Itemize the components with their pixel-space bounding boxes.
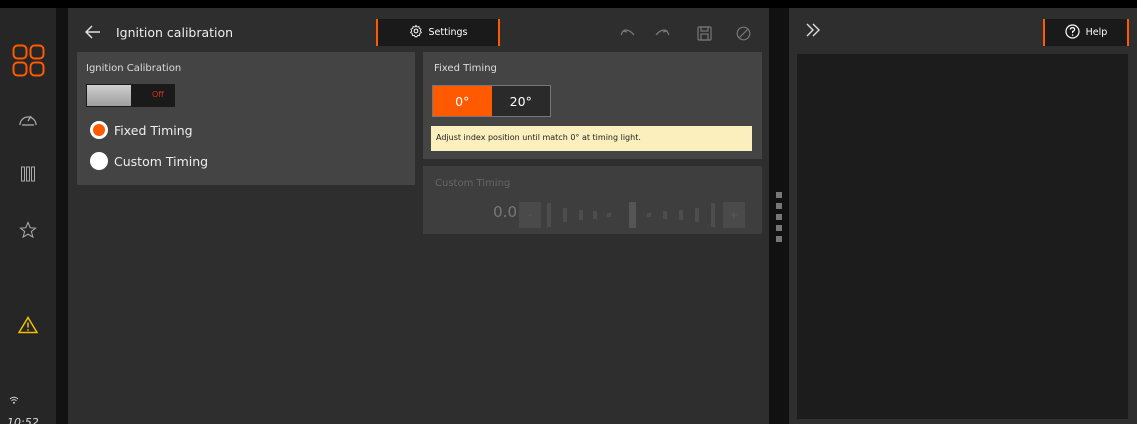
drag-handle-grip[interactable] <box>776 203 782 209</box>
custom-timing-slider[interactable]: - + <box>519 202 745 228</box>
wifi-icon <box>9 396 19 407</box>
fixed-timing-label: Fixed Timing <box>434 63 497 74</box>
slider-tick <box>547 203 551 227</box>
radio-custom-timing-label: Custom Timing <box>114 153 209 169</box>
radio-custom-timing[interactable]: Custom Timing <box>90 152 208 170</box>
drag-handle-grip[interactable] <box>776 214 782 220</box>
slider-tick <box>579 210 583 220</box>
dashboard-gauge-icon[interactable] <box>0 104 56 134</box>
toggle-knob <box>87 85 131 106</box>
radio-button-selected <box>90 121 108 139</box>
hint-message: Adjust index position until match 0° at … <box>431 126 752 151</box>
cancel-icon[interactable] <box>733 23 753 43</box>
save-icon[interactable] <box>694 23 714 43</box>
slider-tick <box>607 213 611 217</box>
help-content-area <box>797 54 1128 419</box>
slider-tick <box>647 213 651 217</box>
fixed-timing-card: Fixed Timing 0° 20° Adjust index positio… <box>423 52 762 159</box>
drag-handle-grip[interactable] <box>776 192 782 198</box>
toggle-state-label: Off <box>152 90 164 99</box>
custom-timing-label: Custom Timing <box>435 178 511 189</box>
radio-fixed-timing[interactable]: Fixed Timing <box>90 121 193 139</box>
star-icon[interactable] <box>0 215 56 245</box>
drag-handle-grip[interactable] <box>776 225 782 231</box>
slider-tick <box>711 203 715 227</box>
slider-tick <box>663 211 667 219</box>
decrement-button[interactable]: - <box>519 202 541 228</box>
slider-tick <box>593 211 597 219</box>
gear-icon <box>409 24 423 41</box>
segment-0-degrees[interactable]: 0° <box>433 86 492 116</box>
clock: 10:52 <box>7 416 39 424</box>
radio-button <box>90 152 108 170</box>
timing-segmented-control: 0° 20° <box>432 85 551 117</box>
slider-thumb[interactable] <box>629 202 636 228</box>
help-label: Help <box>1085 27 1108 38</box>
nav-sidebar: 10:52 <box>0 8 56 424</box>
settings-button[interactable]: Settings <box>376 19 500 46</box>
ignition-calibration-label: Ignition Calibration <box>86 63 182 74</box>
slider-tick <box>679 210 683 220</box>
columns-icon[interactable] <box>0 159 56 189</box>
apps-grid-icon[interactable] <box>12 44 45 77</box>
help-panel: Help <box>789 8 1137 424</box>
custom-timing-value: 0.0 <box>493 203 517 221</box>
top-bar: Ignition calibration Settings <box>68 18 769 48</box>
help-button[interactable]: Help <box>1043 19 1129 46</box>
slider-tick <box>695 208 699 222</box>
settings-label: Settings <box>428 27 468 38</box>
custom-timing-card: Custom Timing 0.0 - + <box>423 166 762 234</box>
question-circle-icon <box>1065 23 1080 42</box>
drag-handle-grip[interactable] <box>776 236 782 242</box>
main-panel: Ignition calibration Settings Ignition C… <box>68 8 769 424</box>
double-chevron-right-icon[interactable] <box>805 22 821 42</box>
slider-tick <box>563 208 567 222</box>
back-arrow-icon[interactable] <box>84 22 101 44</box>
page-title: Ignition calibration <box>116 25 234 40</box>
ignition-calibration-toggle[interactable]: Off <box>86 84 175 107</box>
segment-20-degrees[interactable]: 20° <box>492 86 551 116</box>
ignition-calibration-card: Ignition Calibration Off Fixed Timing Cu… <box>77 52 415 185</box>
undo-icon[interactable] <box>618 23 638 43</box>
redo-icon[interactable] <box>652 23 672 43</box>
warning-icon[interactable] <box>0 310 56 340</box>
increment-button[interactable]: + <box>723 202 745 228</box>
gutter <box>56 8 68 424</box>
radio-fixed-timing-label: Fixed Timing <box>114 122 193 138</box>
